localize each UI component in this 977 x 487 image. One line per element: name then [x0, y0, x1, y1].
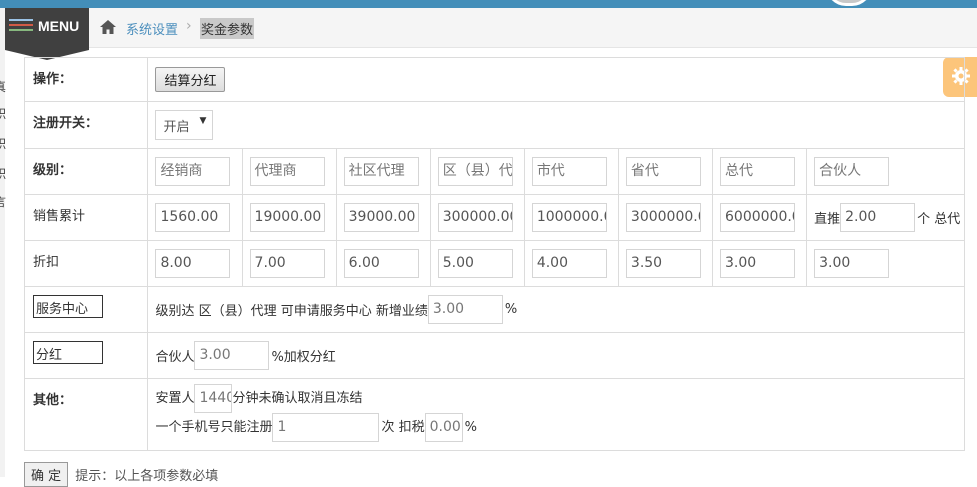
- bonus-settings-form: 操作： 结算分红 注册开关： 开启 ▼ 级别： 经销商 代理商 社区代理 区（县…: [23, 57, 965, 451]
- discount-input[interactable]: 8.00: [155, 249, 231, 278]
- direct-count-input[interactable]: 2.00: [840, 203, 916, 232]
- tax-rate-input[interactable]: 0.00: [424, 413, 463, 442]
- discount-input[interactable]: 5.00: [437, 249, 513, 278]
- settle-dividend-button[interactable]: 结算分红: [155, 67, 226, 92]
- discount-input[interactable]: 7.00: [249, 249, 325, 278]
- row-levels: 级别： 经销商 代理商 社区代理 区（县）代 市代 省代 总代 合伙人: [23, 148, 965, 195]
- sales-input[interactable]: 300000.00: [437, 203, 513, 232]
- register-switch-select[interactable]: 开启 ▼: [155, 110, 214, 140]
- service-text: 级别达 区（县）代理 可申请服务中心 新增业绩: [155, 304, 428, 319]
- home-icon[interactable]: [99, 19, 117, 35]
- discount-input[interactable]: 3.00: [814, 249, 890, 278]
- row-sales: 销售累计 1560.00 19000.00 39000.00 300000.00…: [23, 194, 965, 241]
- direct-suffix: 个 总代: [917, 212, 961, 227]
- tax-percent: %: [464, 420, 477, 435]
- menu-toggle-button[interactable]: MENU: [5, 8, 89, 50]
- confirm-button[interactable]: 确 定: [24, 462, 69, 487]
- dividend-rate-input[interactable]: 3.00: [194, 341, 270, 370]
- level-input[interactable]: 代理商: [249, 157, 325, 186]
- level-input[interactable]: 合伙人: [814, 157, 890, 186]
- label-other: 其他：: [23, 378, 149, 451]
- direct-prefix: 直推: [814, 212, 841, 227]
- menu-label: MENU: [38, 18, 80, 34]
- label-dividend: 分红: [33, 341, 103, 364]
- row-discount: 折扣 8.00 7.00 6.00 5.00 4.00 3.50 3.00 3.…: [23, 240, 965, 287]
- row-operation: 操作： 结算分红: [23, 57, 965, 102]
- sidebar-char[interactable]: 职: [0, 165, 6, 182]
- top-navbar: [0, 0, 977, 8]
- dividend-text: 合伙人: [155, 350, 195, 365]
- label-operation: 操作：: [23, 57, 149, 102]
- sales-input[interactable]: 1000000.0: [531, 203, 607, 232]
- sidebar-char[interactable]: 职: [0, 135, 6, 152]
- sidebar-char[interactable]: 职: [0, 105, 6, 122]
- label-register-switch: 注册开关：: [23, 101, 149, 149]
- register-switch-value: 开启: [163, 120, 190, 135]
- phone-limit-text: 一个手机号只能注册: [155, 420, 273, 435]
- discount-input[interactable]: 4.00: [531, 249, 607, 278]
- level-input[interactable]: 社区代理: [343, 157, 419, 186]
- level-input[interactable]: 区（县）代: [437, 157, 513, 186]
- placement-minutes-input[interactable]: 1440: [194, 384, 233, 413]
- form-footer: 确 定 提示：以上各项参数必填: [24, 462, 218, 487]
- hamburger-icon: [9, 19, 33, 34]
- discount-input[interactable]: 3.00: [720, 249, 795, 278]
- level-input[interactable]: 省代: [625, 157, 701, 186]
- row-service-center: 服务中心 级别达 区（县）代理 可申请服务中心 新增业绩 3.00%: [23, 286, 965, 333]
- sales-input[interactable]: 6000000.0: [720, 203, 795, 232]
- dividend-suffix: %加权分红: [271, 350, 336, 365]
- label-levels: 级别：: [23, 148, 149, 195]
- sales-input[interactable]: 39000.00: [343, 203, 419, 232]
- breadcrumb: 系统设置 › 奖金参数: [89, 8, 977, 48]
- label-service-center: 服务中心: [33, 295, 103, 318]
- label-discount: 折扣: [23, 240, 149, 287]
- phone-limit-input[interactable]: 1: [272, 413, 380, 442]
- sales-input[interactable]: 1560.00: [155, 203, 231, 232]
- tax-text: 次 扣税: [381, 420, 425, 435]
- level-input[interactable]: 经销商: [155, 157, 231, 186]
- user-avatar[interactable]: [826, 0, 872, 6]
- discount-input[interactable]: 3.50: [625, 249, 701, 278]
- row-register: 注册开关： 开启 ▼: [23, 101, 965, 149]
- placement-suffix: 分钟未确认取消且冻结: [232, 391, 363, 406]
- level-input[interactable]: 总代: [720, 157, 795, 186]
- sidebar-char[interactable]: 言: [0, 193, 6, 210]
- row-other: 其他： 安置人 1440分钟未确认取消且冻结 一个手机号只能注册 1 次 扣税 0.00…: [23, 378, 965, 451]
- sidebar-char[interactable]: 真: [0, 78, 6, 95]
- breadcrumb-separator-icon: ›: [186, 18, 192, 34]
- label-sales: 销售累计: [23, 194, 149, 241]
- placement-text: 安置人: [155, 391, 195, 406]
- sidebar-edge: 真 职 职 职 言: [0, 8, 6, 477]
- level-input[interactable]: 市代: [531, 157, 607, 186]
- sales-input[interactable]: 19000.00: [249, 203, 325, 232]
- service-performance-input[interactable]: 3.00: [427, 295, 503, 324]
- breadcrumb-current: 奖金参数: [200, 18, 255, 39]
- discount-input[interactable]: 6.00: [343, 249, 419, 278]
- sales-input[interactable]: 3000000.0: [625, 203, 701, 232]
- caret-down-icon: ▼: [199, 116, 207, 126]
- breadcrumb-link-settings[interactable]: 系统设置: [126, 19, 178, 38]
- service-percent: %: [504, 302, 518, 317]
- row-dividend: 分红 合伙人 3.00 %加权分红: [23, 332, 965, 379]
